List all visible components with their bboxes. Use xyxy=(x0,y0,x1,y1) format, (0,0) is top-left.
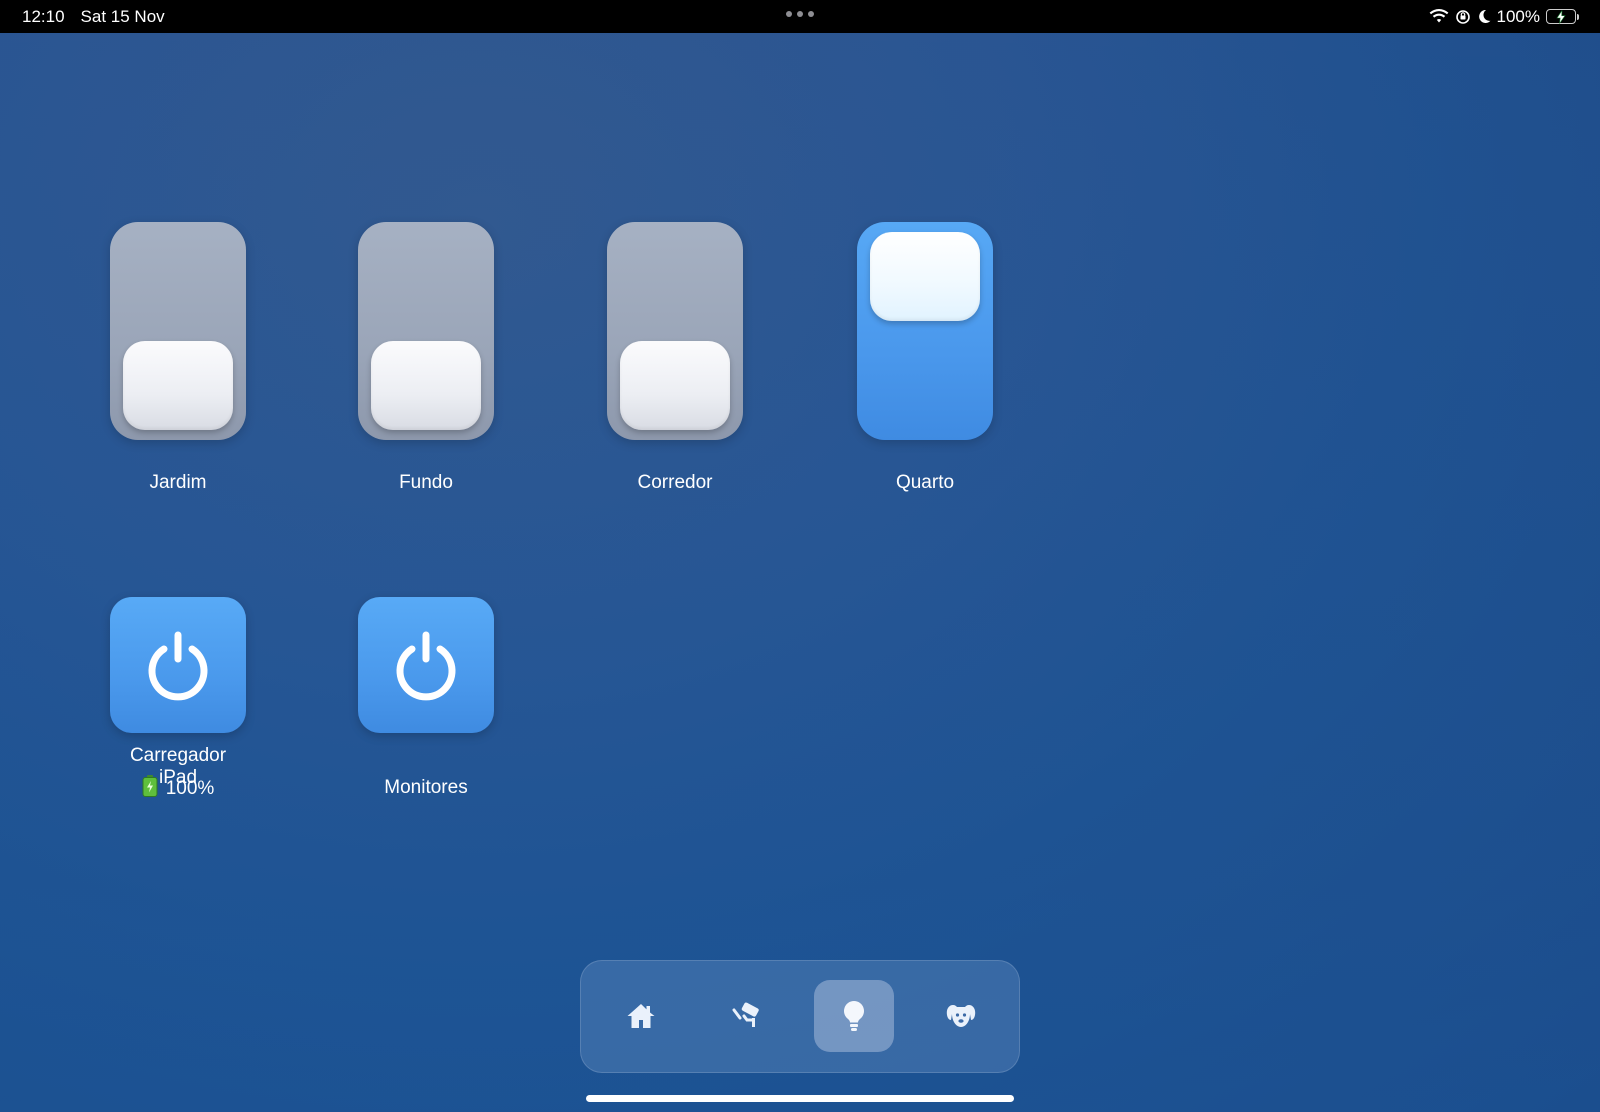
nav-pets[interactable] xyxy=(921,980,1001,1052)
dog-icon xyxy=(946,1005,976,1027)
switch-knob xyxy=(371,341,481,430)
battery-level: 100% xyxy=(165,778,215,799)
switch-label-fundo: Fundo xyxy=(399,472,453,493)
light-switch-fundo[interactable] xyxy=(358,222,494,440)
light-switch-corredor[interactable] xyxy=(607,222,743,440)
power-icon xyxy=(396,631,456,701)
power-button-monitores[interactable] xyxy=(358,597,494,733)
bottom-nav-dock xyxy=(580,960,1020,1073)
switch-tile-corredor: Corredor xyxy=(607,222,743,493)
light-switch-jardim[interactable] xyxy=(110,222,246,440)
moon-icon xyxy=(1477,9,1491,24)
multitasking-dots-icon[interactable] xyxy=(786,11,814,17)
security-camera-icon xyxy=(732,1002,759,1027)
switch-label-jardim: Jardim xyxy=(149,472,207,493)
battery-charging-icon xyxy=(142,775,158,803)
nav-home[interactable] xyxy=(601,980,681,1052)
switch-knob xyxy=(620,341,730,430)
battery-status: 100% xyxy=(110,775,246,803)
status-date: Sat 15 Nov xyxy=(80,6,165,26)
switch-label-quarto: Quarto xyxy=(895,472,955,493)
battery-icon xyxy=(1546,9,1579,24)
power-tile-carregador: Carregador iPad 100% xyxy=(110,597,246,799)
switch-knob xyxy=(123,341,233,430)
switch-knob xyxy=(870,232,980,321)
wifi-icon xyxy=(1429,9,1449,24)
switch-tile-quarto: Quarto xyxy=(857,222,993,493)
home-indicator[interactable] xyxy=(586,1095,1014,1102)
orientation-lock-icon xyxy=(1455,9,1471,25)
lightbulb-icon xyxy=(844,1001,864,1031)
power-icon xyxy=(148,631,208,701)
status-bar: 12:10 Sat 15 Nov 100% xyxy=(0,0,1600,33)
status-time: 12:10 xyxy=(22,6,65,26)
nav-lights[interactable] xyxy=(814,980,894,1052)
power-label-monitores: Monitores xyxy=(384,777,468,798)
background xyxy=(0,0,1600,1112)
power-button-carregador-ipad[interactable] xyxy=(110,597,246,733)
switch-tile-fundo: Fundo xyxy=(358,222,494,493)
switch-tile-jardim: Jardim xyxy=(110,222,246,493)
nav-security[interactable] xyxy=(708,980,788,1052)
power-tile-monitores: Monitores xyxy=(358,597,494,798)
light-switch-quarto[interactable] xyxy=(857,222,993,440)
battery-percent: 100% xyxy=(1496,6,1540,26)
home-icon xyxy=(627,1004,655,1028)
switch-label-corredor: Corredor xyxy=(637,472,713,493)
